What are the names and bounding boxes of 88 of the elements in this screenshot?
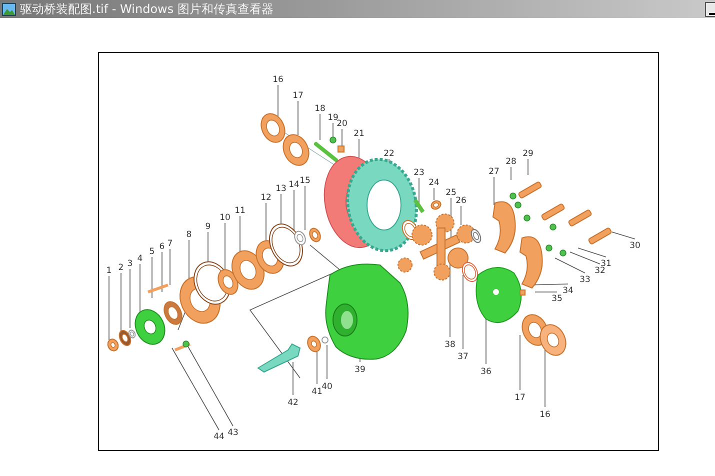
part-number: 14: [288, 180, 300, 190]
pin: [413, 198, 425, 214]
part-number: 5: [149, 247, 155, 257]
part-number: 21: [354, 129, 364, 139]
part-number: 23: [414, 168, 424, 178]
part-number: 30: [630, 241, 640, 251]
leader-line: [460, 206, 462, 226]
bearing-cap: [520, 236, 543, 288]
part-number: 20: [336, 119, 348, 129]
leader-line: [108, 276, 110, 340]
part-number: 1: [106, 266, 112, 276]
minimize-icon: [709, 12, 715, 16]
part-number: 12: [260, 193, 272, 203]
washer: [182, 340, 190, 348]
pin: [148, 284, 168, 294]
leader-line: [570, 252, 600, 264]
part-number: 11: [234, 206, 246, 216]
pin: [314, 142, 338, 162]
leader-line: [510, 166, 512, 180]
part-number: 39: [354, 365, 366, 375]
part-number: 44: [214, 432, 224, 442]
part-number: 29: [522, 149, 534, 159]
part-number: 18: [314, 104, 326, 114]
part-number: 32: [594, 266, 606, 276]
gear-wheel: [398, 258, 412, 272]
part-number: 15: [300, 176, 310, 186]
part-number: 38: [444, 340, 456, 350]
part-number: 9: [205, 222, 211, 232]
part-number: 3: [127, 259, 133, 269]
ring-part: [282, 134, 310, 166]
part-number: 7: [167, 239, 173, 249]
leader-line: [612, 232, 636, 240]
leader-line: [332, 122, 334, 138]
pinion-gear: [257, 343, 301, 373]
ring-part: [309, 228, 321, 242]
part-number: 13: [276, 184, 286, 194]
side-gear: [448, 248, 468, 268]
ring-part: [540, 324, 566, 356]
part-number: 27: [488, 167, 500, 177]
part-number: 16: [540, 410, 550, 420]
window-title: 驱动桥装配图.tif - Windows 图片和传真查看器: [20, 0, 274, 18]
part-number: 8: [186, 230, 192, 240]
ring-part: [307, 336, 321, 352]
part-number: 24: [428, 178, 440, 188]
nut: [338, 146, 344, 152]
part-number: 42: [288, 398, 298, 408]
part-number: 37: [458, 352, 468, 362]
bearing-cap: [492, 201, 516, 254]
part-number: 41: [312, 387, 322, 397]
washer: [330, 136, 336, 144]
washer: [322, 336, 328, 344]
part-number: 2: [118, 263, 124, 273]
ring-part: [107, 338, 119, 352]
part-number: 25: [446, 188, 456, 198]
part-number: 36: [480, 367, 492, 377]
part-number: 16: [272, 75, 284, 85]
part-number: 35: [552, 294, 562, 304]
part-number: 22: [384, 149, 394, 159]
picture-icon: [2, 2, 16, 16]
pin: [174, 342, 191, 352]
leader-line: [120, 272, 122, 332]
part-number: 17: [514, 393, 526, 403]
part-number: 40: [322, 382, 332, 392]
part-number: 43: [228, 428, 238, 438]
ring-part: [260, 113, 286, 143]
part-number: 6: [159, 242, 165, 252]
leader-line: [304, 186, 306, 230]
ring-part: [430, 200, 442, 210]
part-number: 4: [137, 254, 143, 264]
part-number: 10: [220, 213, 230, 223]
flange-part: [134, 309, 166, 345]
leader-line: [358, 138, 360, 160]
part-number: 19: [328, 113, 338, 123]
differential-case: [476, 267, 522, 324]
part-number: 34: [562, 286, 574, 296]
leader-line: [418, 178, 420, 206]
part-number: 26: [456, 196, 466, 206]
washer: [550, 224, 556, 230]
part-number: 33: [580, 275, 590, 285]
minimize-button[interactable]: [705, 2, 715, 16]
ring-part: [470, 228, 482, 244]
part-number: 17: [292, 91, 304, 101]
gear-wheel: [436, 214, 454, 232]
gear-wheel: [412, 224, 432, 246]
part-number: 28: [506, 157, 516, 167]
ring-part: [462, 262, 478, 282]
gear-wheel: [434, 264, 450, 280]
nut: [520, 290, 526, 296]
